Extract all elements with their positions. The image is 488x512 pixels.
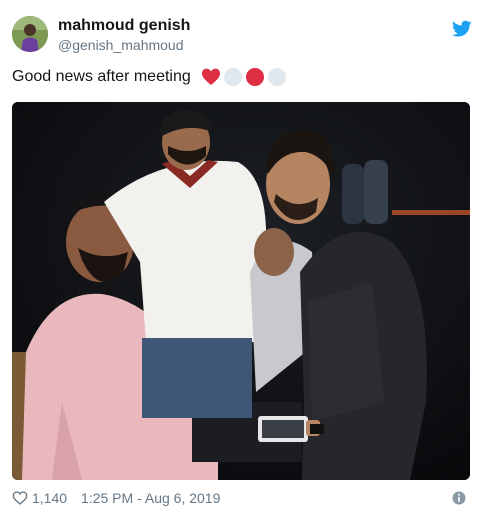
heart-outline-icon[interactable] xyxy=(12,490,28,506)
info-icon[interactable] xyxy=(452,491,466,505)
display-name[interactable]: mahmoud genish xyxy=(58,17,190,35)
tweet-header: mahmoud genish @genish_mahmoud xyxy=(12,16,476,56)
red-heart-icon xyxy=(201,68,220,85)
red-circle-icon xyxy=(245,68,264,86)
tweet-footer: 1,140 1:25 PM - Aug 6, 2019 xyxy=(12,488,476,508)
avatar[interactable] xyxy=(12,16,48,52)
tweet-body: Good news after meeting xyxy=(12,68,191,85)
emoji-row xyxy=(201,67,287,87)
user-handle[interactable]: @genish_mahmoud xyxy=(58,37,184,53)
like-count[interactable]: 1,140 xyxy=(32,490,67,506)
photo-illustration xyxy=(12,102,470,480)
tweet-photo[interactable] xyxy=(12,102,470,480)
tweet-text: Good news after meeting xyxy=(12,67,287,87)
tweet-card: mahmoud genish @genish_mahmoud Good news… xyxy=(0,0,488,512)
timestamp[interactable]: 1:25 PM - Aug 6, 2019 xyxy=(81,490,220,506)
white-circle-icon xyxy=(223,68,242,86)
white-circle-icon xyxy=(267,68,286,86)
twitter-bird-icon[interactable] xyxy=(452,20,472,38)
